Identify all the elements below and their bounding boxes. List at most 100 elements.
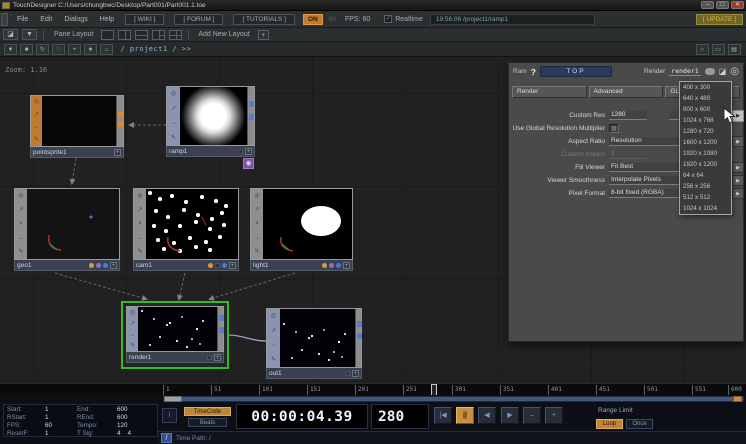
top-output-connector[interactable] [357,321,362,327]
once-button[interactable]: Once [626,419,653,429]
expand-flags-button[interactable]: + [352,370,359,377]
step-forward-button[interactable]: + [545,407,563,424]
frame-display[interactable]: 280 [371,404,429,429]
page-flip-icon[interactable]: ◪ [719,67,727,76]
aspect-ratio-menu-button[interactable]: ▶ [732,136,744,147]
viewer-flag-icon[interactable]: ◎ [130,310,135,316]
arrow-icon[interactable]: → [171,120,177,126]
add-button[interactable]: + [68,44,81,55]
pixel-format-menu-button[interactable]: ▶ [732,188,744,199]
home-button[interactable]: ⌂ [100,44,113,55]
node-render1[interactable]: ◎ ↗ → ✎ render1 + [126,306,224,363]
top-output-connector[interactable] [219,315,224,321]
custom-aspect-field[interactable]: 1 [609,150,647,159]
viewer-flag-icon[interactable]: ◎ [18,193,23,199]
jump-icon[interactable]: ↗ [171,106,176,112]
render-flag[interactable] [89,263,94,268]
pick-icon[interactable]: ✎ [254,249,259,255]
power-toggle[interactable]: ON [303,14,323,25]
menu-help[interactable]: Help [100,16,114,23]
pickable-flag[interactable] [103,263,108,268]
viewer-flag-icon[interactable]: ◎ [137,193,142,199]
timeline-scroll-handle[interactable] [164,396,182,402]
timeline-ruler[interactable]: 1 51 101 151 201 251 301 351 401 451 501… [0,383,746,395]
network-editor[interactable]: Zoom: 1.16 ◎ ↗ → ✎ [0,57,746,383]
pane-type-dropdown[interactable]: ▼ [4,44,17,55]
close-button[interactable]: ✕ [731,1,744,9]
display-flag[interactable] [215,263,220,268]
jump-icon[interactable]: ↗ [137,207,142,213]
node-name-bar[interactable]: ramp1 + [166,146,255,157]
viewer-flag-icon[interactable]: ◎ [254,193,259,199]
viewer-flag-icon[interactable]: ◎ [271,313,276,319]
pin-label[interactable]: Ram [513,68,527,75]
menu-file[interactable]: File [17,16,28,23]
play-forward-button[interactable]: ▶ [501,407,519,424]
pick-icon[interactable]: ✎ [18,249,23,255]
node-name-bar[interactable]: light1 + [250,260,353,271]
pane-split-icon[interactable]: ▤ [728,44,741,55]
beats-mode-button[interactable]: Beats [188,418,227,427]
pane-window-icon[interactable]: ◪ [3,29,18,40]
display-flag[interactable] [329,263,334,268]
fill-viewer-menu-button[interactable]: ▶ [732,162,744,173]
delete-icon[interactable]: × [138,221,142,227]
comment-bubble-icon[interactable] [705,68,715,75]
pick-icon[interactable]: ✎ [137,249,142,255]
help-icon[interactable]: ? [531,67,536,77]
pane-circle-icon[interactable]: ○ [696,44,709,55]
timeline-range-end-handle[interactable] [733,396,742,402]
node-out1[interactable]: ◎ ↗ → ✎ out1 + [266,308,362,379]
node-ramp1[interactable]: ◎ ↗ → ✎ ramp1 + ◉ [166,86,255,157]
menu-item-res[interactable]: 1920 x 1200 [680,159,731,170]
node-name-bar[interactable]: geo1 + [14,260,120,271]
expand-flags-button[interactable]: + [214,354,221,361]
tempo-value[interactable]: 120 [117,422,154,429]
node-name-bar[interactable]: render1 + [126,352,224,363]
ramp-badge-icon[interactable]: ◉ [243,158,254,169]
custom-res-x-field[interactable]: 1280 [609,111,647,120]
arrow-icon[interactable]: → [34,124,40,130]
layout-preset-hsplit[interactable] [135,30,148,40]
play-reverse-button[interactable]: ◀ [478,407,496,424]
menu-item-res[interactable]: 400 x 300 [680,82,731,93]
tab-render[interactable]: Render [512,86,587,98]
minimize-button[interactable]: – [701,1,714,9]
node-name-bar[interactable]: cam1 + [133,260,239,271]
pause-button[interactable]: || [456,407,474,424]
end-value[interactable]: 600 [117,406,154,413]
stop-button[interactable]: ■ [20,44,33,55]
pane-dropdown-icon[interactable]: ▼ [22,29,37,40]
expand-flags-button[interactable]: + [110,262,117,269]
jump-icon[interactable]: ↗ [130,321,135,327]
top-output-connector[interactable] [219,327,224,333]
top-output-connector[interactable] [249,114,254,120]
start-value[interactable]: 1 [45,406,77,413]
maximize-button[interactable]: □ [716,1,729,9]
delete-icon[interactable]: × [19,221,23,227]
bookmark-star-button[interactable]: ★ [84,44,97,55]
pick-icon[interactable]: ✎ [34,137,39,143]
viewer-flag-icon[interactable]: ◎ [34,99,39,105]
menu-item-res[interactable]: 1600 x 1200 [680,137,731,148]
layout-preset-vsplit[interactable] [118,30,131,40]
delete-icon[interactable]: × [255,221,259,227]
menu-item-res[interactable]: 1024 x 1024 [680,203,731,214]
go-to-start-button[interactable]: |◀ [434,407,452,424]
arrow-icon[interactable]: → [130,332,136,338]
node-light1[interactable]: ◎ ↗ × → ✎ light1 [250,188,353,271]
node-pointsprite1[interactable]: ◎ ↗ → ✎ pointsprite1 + [30,95,124,158]
viewer-flag-icon[interactable]: ◎ [171,91,176,97]
arrow-icon[interactable]: → [18,235,24,241]
node-geo1[interactable]: ◎ ↗ × → ✎ geo1 [14,188,120,271]
menu-edit[interactable]: Edit [40,16,52,23]
render-flag[interactable] [208,263,213,268]
arrow-icon[interactable]: → [271,342,277,348]
family-button[interactable]: TOP [540,66,612,77]
realtime-checkbox[interactable]: ✓ [384,15,392,23]
pickable-flag[interactable] [222,263,227,268]
menu-item-res[interactable]: 256 x 256 [680,181,731,192]
expand-flags-button[interactable]: + [114,149,121,156]
refresh-disabled-button[interactable]: ↻ [52,44,65,55]
pane-maximize-icon[interactable]: ▭ [712,44,725,55]
